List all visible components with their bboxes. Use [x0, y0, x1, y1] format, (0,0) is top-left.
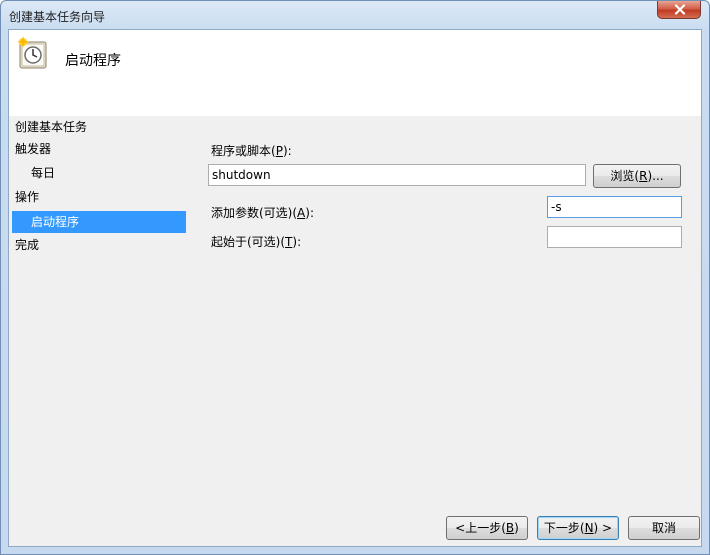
program-label: 程序或脚本(P): [211, 144, 292, 158]
nav-item-start-program[interactable]: 启动程序 [12, 211, 186, 233]
task-clock-icon [17, 36, 47, 69]
arguments-label: 添加参数(可选)(A): [211, 206, 314, 220]
title-bar[interactable]: 创建基本任务向导 [1, 1, 709, 29]
wizard-window: 创建基本任务向导 启动程序 创建基本任务 触发器 每日 操作 启动程序 完成 程… [0, 0, 710, 555]
wizard-main-panel: 程序或脚本(P): shutdown 浏览(R)... 添加参数(可选)(A):… [207, 116, 701, 516]
close-button[interactable] [657, 1, 701, 19]
nav-item-trigger[interactable]: 触发器 [12, 138, 186, 160]
nav-heading: 创建基本任务 [15, 120, 88, 134]
page-title: 启动程序 [65, 53, 121, 69]
nav-item-action[interactable]: 操作 [12, 186, 186, 208]
wizard-header: 启动程序 [9, 30, 701, 116]
start-in-input[interactable] [547, 226, 682, 248]
close-icon [674, 4, 686, 15]
window-title: 创建基本任务向导 [9, 10, 106, 24]
wizard-step-nav: 创建基本任务 触发器 每日 操作 启动程序 完成 [9, 116, 189, 516]
wizard-client-area: 启动程序 创建基本任务 触发器 每日 操作 启动程序 完成 程序或脚本(P): … [8, 29, 702, 547]
start-in-label: 起始于(可选)(T): [211, 235, 302, 249]
program-input[interactable]: shutdown [208, 164, 586, 186]
nav-item-daily[interactable]: 每日 [12, 162, 186, 184]
cancel-button[interactable]: 取消 [628, 516, 700, 540]
next-button[interactable]: 下一步(N) > [537, 516, 619, 540]
back-button[interactable]: <上一步(B) [446, 516, 528, 540]
arguments-input[interactable]: -s [547, 196, 682, 218]
browse-button[interactable]: 浏览(R)... [593, 164, 681, 188]
nav-item-finish[interactable]: 完成 [12, 234, 186, 256]
